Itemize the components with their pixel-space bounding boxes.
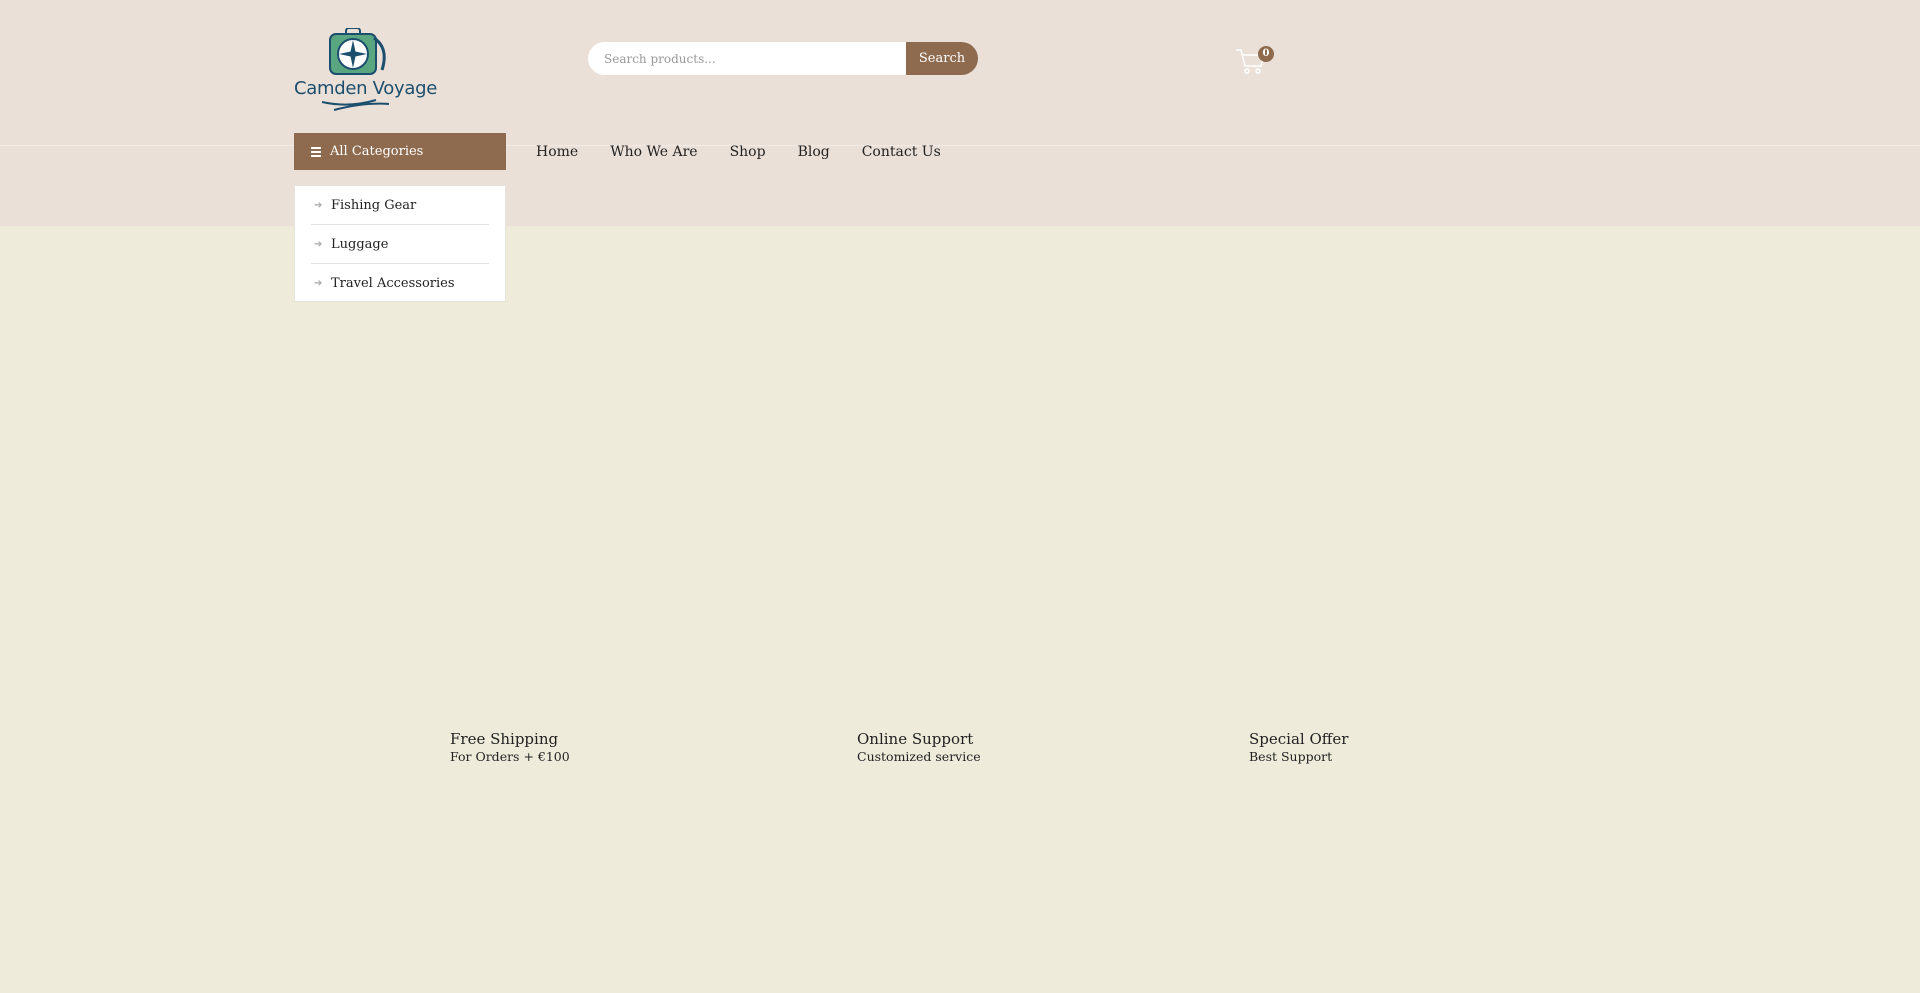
feature-subtitle: Customized service: [857, 749, 981, 764]
feature-title: Online Support: [857, 730, 974, 748]
category-label: Luggage: [331, 236, 389, 252]
cart-count-badge: 0: [1258, 46, 1274, 62]
search-button[interactable]: Search: [906, 42, 978, 75]
arrow-right-icon: ➔: [314, 238, 323, 250]
suitcase-compass-icon: [329, 28, 386, 75]
feature-title: Free Shipping: [450, 730, 559, 748]
wave-icon: [321, 99, 390, 111]
all-categories-button[interactable]: All Categories: [294, 133, 506, 170]
menu-icon: [311, 145, 321, 159]
all-categories-label: All Categories: [330, 144, 424, 159]
feature-title: Special Offer: [1249, 730, 1349, 748]
nav-who-we-are[interactable]: Who We Are: [610, 144, 697, 160]
feature-online-support: Online Support Customized service: [857, 730, 981, 766]
categories-dropdown: ➔ Fishing Gear ➔ Luggage ➔ Travel Accessori…: [294, 185, 506, 302]
category-luggage[interactable]: ➔ Luggage: [311, 225, 489, 264]
nav-blog[interactable]: Blog: [798, 144, 830, 160]
nav-home[interactable]: Home: [536, 144, 578, 160]
feature-subtitle: For Orders + €100: [450, 749, 570, 764]
feature-subtitle: Best Support: [1249, 749, 1333, 764]
main-menu: Home Who We Are Shop Blog Contact Us: [536, 144, 973, 160]
nav-contact-us[interactable]: Contact Us: [862, 144, 941, 160]
logo-text: Camden Voyage: [294, 78, 437, 99]
category-label: Fishing Gear: [331, 197, 417, 213]
feature-free-shipping: Free Shipping For Orders + €100: [450, 730, 570, 766]
logo[interactable]: Camden Voyage: [294, 28, 437, 118]
nav-shop[interactable]: Shop: [730, 144, 766, 160]
search-bar: Search: [588, 42, 978, 75]
category-travel-accessories[interactable]: ➔ Travel Accessories: [311, 264, 489, 303]
arrow-right-icon: ➔: [314, 278, 323, 289]
category-label: Travel Accessories: [331, 276, 455, 291]
feature-special-offer: Special Offer Best Support: [1249, 730, 1348, 766]
category-fishing-gear[interactable]: ➔ Fishing Gear: [311, 186, 489, 225]
search-input[interactable]: [588, 42, 906, 75]
arrow-right-icon: ➔: [314, 199, 323, 211]
